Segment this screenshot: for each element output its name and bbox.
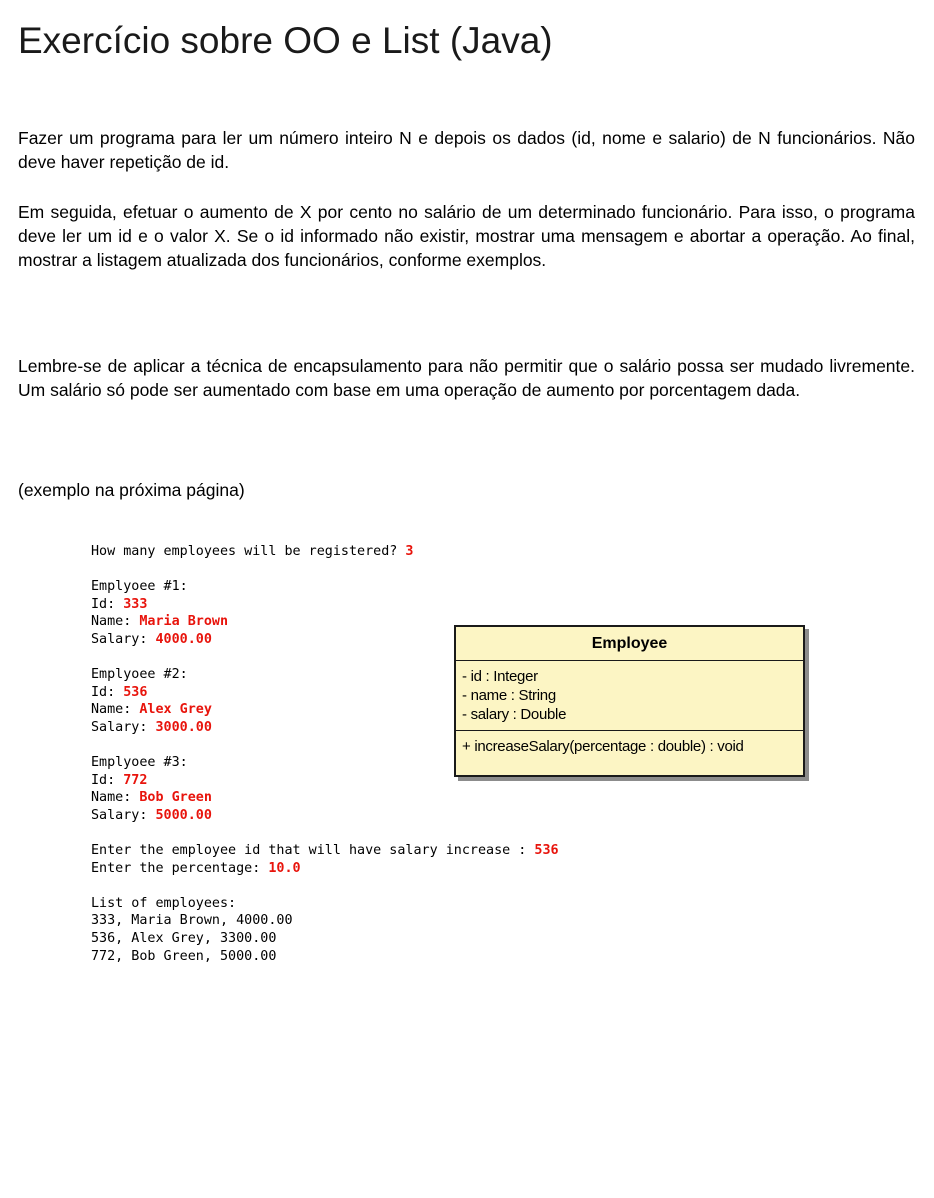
console-prompt: How many employees will be registered? [91, 544, 406, 559]
console-prompt: Enter the employee id that will have sal… [91, 843, 535, 859]
console-line: Enter the employee id that will have sal… [91, 842, 559, 860]
page-title: Exercício sobre OO e List (Java) [18, 20, 553, 61]
paragraph-next-page-note: (exemplo na próxima página) [18, 480, 245, 500]
console-line: Enter the percentage: 10.0 [91, 860, 559, 878]
console-label: Salary: [91, 719, 156, 735]
console-label: Id: [91, 596, 124, 612]
console-label: Name: [91, 702, 140, 718]
console-label: Id: [91, 684, 124, 700]
console-input: Alex Grey [139, 702, 212, 718]
uml-class-employee: Employee - id : Integer - name : String … [454, 625, 805, 777]
console-input: 536 [123, 684, 148, 700]
console-line: Id: 333 [91, 596, 559, 614]
console-label: Salary: [91, 807, 156, 823]
paragraph-task: Fazer um programa para ler um número int… [18, 128, 915, 172]
list-item: 333, Maria Brown, 4000.00 [91, 913, 293, 929]
console-input: 10.0 [268, 860, 301, 876]
console-input: 5000.00 [155, 807, 212, 823]
uml-attributes: - id : Integer - name : String - salary … [456, 661, 803, 731]
console-input: 3000.00 [155, 719, 212, 735]
console-line: Salary: 5000.00 [91, 807, 559, 825]
console-input: 772 [123, 772, 148, 788]
console-line: Name: Bob Green [91, 789, 559, 807]
uml-class-name: Employee [456, 627, 803, 661]
uml-attribute: - id : Integer [462, 668, 538, 685]
console-input: Bob Green [139, 790, 212, 806]
console-input: 333 [123, 596, 148, 612]
uml-attribute: - name : String [462, 687, 556, 704]
console-input: 536 [534, 843, 559, 859]
list-header: List of employees: [91, 895, 237, 911]
console-label: Salary: [91, 631, 156, 647]
console-input: 4000.00 [155, 631, 212, 647]
console-prompt: Enter the percentage: [91, 860, 269, 876]
console-line: How many employees will be registered? 3 [91, 543, 559, 561]
paragraph-encapsulation: Lembre-se de aplicar a técnica de encaps… [18, 356, 915, 400]
uml-operation: + increaseSalary(percentage : double) : … [462, 738, 744, 755]
console-input: Maria Brown [139, 614, 229, 630]
list-item: 536, Alex Grey, 3300.00 [91, 931, 277, 947]
console-input: 3 [405, 544, 414, 559]
console-label: Name: [91, 614, 140, 630]
list-item: 772, Bob Green, 5000.00 [91, 948, 277, 964]
uml-attribute: - salary : Double [462, 706, 567, 723]
console-label: Name: [91, 790, 140, 806]
paragraph-increase: Em seguida, efetuar o aumento de X por c… [18, 202, 915, 270]
console-label: Id: [91, 772, 124, 788]
employee-header: Emplyoee #1: [91, 579, 188, 595]
